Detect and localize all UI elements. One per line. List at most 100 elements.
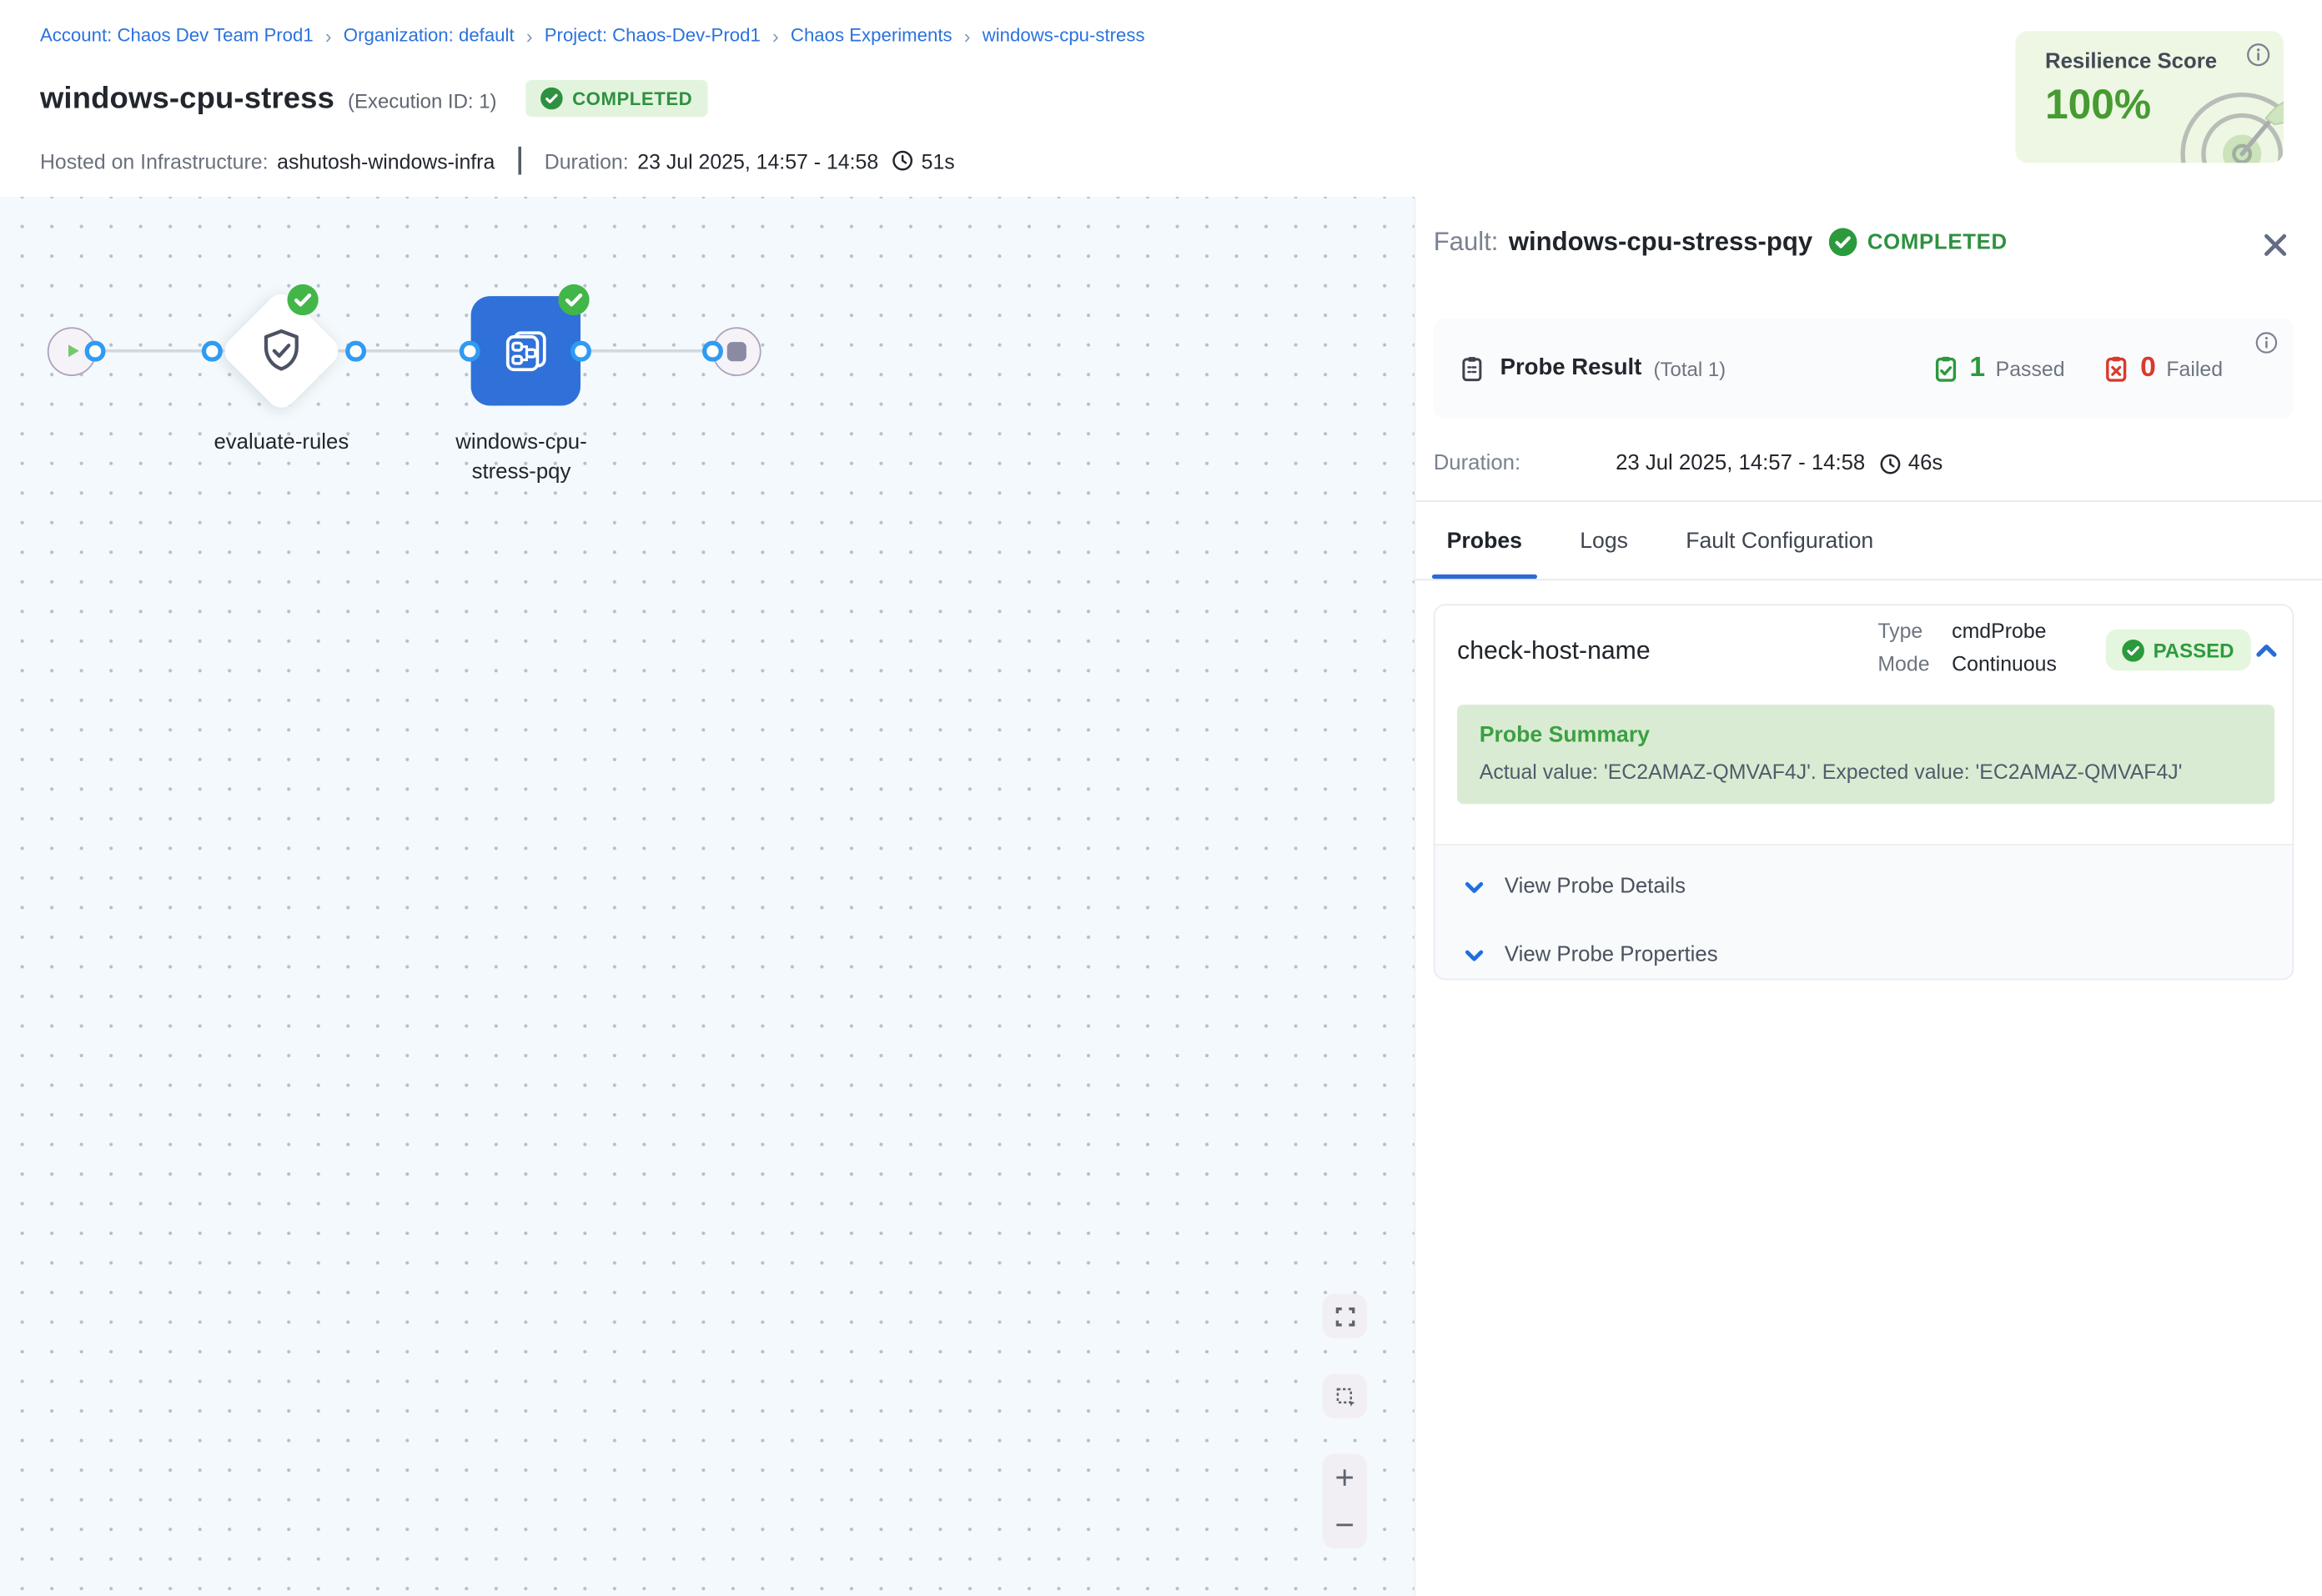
port [202, 341, 222, 361]
breadcrumb-link[interactable]: windows-cpu-stress [983, 25, 1145, 46]
breadcrumb-separator-icon: › [325, 26, 332, 45]
breadcrumb-link[interactable]: Account: Chaos Dev Team Prod1 [40, 25, 314, 46]
breadcrumb-separator-icon: › [964, 26, 971, 45]
plus-icon [1333, 1466, 1356, 1489]
tabs-divider [1415, 579, 2322, 580]
close-icon[interactable] [2259, 229, 2290, 260]
failed-count: 0 [2140, 353, 2156, 385]
probe-expand-label: View Probe Properties [1505, 943, 1718, 966]
node-success-badge-icon [558, 284, 589, 315]
port [460, 341, 480, 361]
minus-icon [1333, 1513, 1356, 1537]
probe-result-total: (Total 1) [1654, 358, 1726, 380]
fault-label: Fault: [1434, 227, 1499, 258]
failed-label: Failed [2166, 357, 2223, 380]
hosted-label: Hosted on Infrastructure: [40, 148, 269, 172]
check-circle-icon [1829, 228, 1857, 256]
breadcrumb-item: Project: Chaos-Dev-Prod1 › [545, 25, 791, 46]
clock-icon [892, 149, 914, 172]
breadcrumb-link[interactable]: Chaos Experiments [791, 25, 952, 46]
fullscreen-icon [1334, 1305, 1356, 1327]
passed-count: 1 [1969, 353, 1985, 385]
status-badge: COMPLETED [526, 80, 707, 117]
breadcrumb-link[interactable]: Project: Chaos-Dev-Prod1 [545, 25, 761, 46]
zoom-in-button[interactable] [1323, 1454, 1367, 1502]
panel-tab[interactable]: Logs [1565, 502, 1642, 579]
probe-summary-text: Actual value: 'EC2AMAZ-QMVAF4J'. Expecte… [1480, 760, 2253, 783]
chaos-fault-icon [498, 323, 554, 379]
breadcrumb-separator-icon: › [526, 26, 533, 45]
info-icon[interactable] [2255, 332, 2278, 354]
evaluate-rules-node[interactable] [219, 288, 344, 414]
clipboard-x-icon [2103, 355, 2130, 382]
probe-expand-row[interactable]: View Probe Properties [1435, 921, 2292, 980]
zoom-controls [1323, 1454, 1367, 1549]
breadcrumb-separator-icon: › [772, 26, 779, 45]
breadcrumb-item: Chaos Experiments › [791, 25, 983, 46]
clipboard-check-icon [1932, 355, 1959, 382]
marquee-select-button[interactable] [1323, 1374, 1367, 1418]
duration-seconds: 51s [922, 148, 955, 172]
page-header: Account: Chaos Dev Team Prod1 › Organiza… [0, 0, 2322, 197]
probe-card: check-host-name Type cmdProbe Mode Conti… [1434, 604, 2294, 980]
execution-meta-row: Hosted on Infrastructure: ashutosh-windo… [40, 147, 955, 175]
node-label-evaluate-rules: evaluate-rules [163, 428, 400, 458]
probe-result-card: Probe Result (Total 1) 1 Passed 0 Failed [1434, 319, 2294, 419]
breadcrumb-item: Account: Chaos Dev Team Prod1 › [40, 25, 344, 46]
resilience-score-label: Resilience Score [2045, 50, 2217, 73]
fault-name: windows-cpu-stress-pqy [1509, 227, 1812, 258]
breadcrumb: Account: Chaos Dev Team Prod1 › Organiza… [40, 25, 1145, 46]
duration-value: 23 Jul 2025, 14:57 - 14:58 [637, 148, 878, 172]
clock-icon [1878, 452, 1901, 474]
panel-tabs: Probes Logs Fault Configuration [1432, 502, 1888, 579]
node-label-fault: windows-cpu-stress-pqy [440, 428, 602, 488]
probe-result-counts: 1 Passed 0 Failed [1932, 319, 2223, 419]
panel-tab[interactable]: Probes [1432, 502, 1537, 579]
probe-name: check-host-name [1457, 636, 1651, 666]
probe-result-title: Probe Result [1500, 355, 1642, 382]
fault-duration-label: Duration: [1434, 452, 1616, 475]
zoom-out-button[interactable] [1323, 1501, 1367, 1548]
probe-expand-row[interactable]: View Probe Details [1435, 853, 2292, 921]
port [345, 341, 365, 361]
passed-label: Passed [1996, 357, 2065, 380]
resilience-score-value: 100% [2045, 82, 2151, 129]
title-row: windows-cpu-stress (Execution ID: 1) COM… [40, 80, 707, 117]
fault-details-panel: Fault: windows-cpu-stress-pqy COMPLETED … [1415, 197, 2322, 1596]
duration-label: Duration: [545, 148, 629, 172]
probe-mode-value: Continuous [1952, 651, 2057, 675]
probe-status-badge: PASSED [2106, 630, 2250, 671]
fault-duration-seconds: 46s [1908, 452, 1943, 475]
info-icon[interactable] [2246, 43, 2269, 66]
probe-type-label: Type [1877, 619, 1929, 642]
chevron-down-icon [1463, 876, 1485, 898]
fault-duration-row: Duration: 23 Jul 2025, 14:57 - 14:58 46s [1434, 452, 1943, 475]
breadcrumb-item: Organization: default › [344, 25, 545, 46]
probe-card-footer: View Probe Details View Probe Properties [1435, 844, 2292, 979]
meta-divider [519, 147, 521, 175]
probe-status-label: PASSED [2154, 639, 2234, 661]
port [85, 341, 105, 361]
chevron-down-icon [1463, 944, 1485, 966]
fault-status-label: COMPLETED [1867, 230, 2008, 253]
fullscreen-button[interactable] [1323, 1294, 1367, 1338]
probe-mode-label: Mode [1877, 651, 1929, 675]
probe-expand-label: View Probe Details [1505, 875, 1686, 898]
probe-summary-title: Probe Summary [1480, 722, 2253, 747]
breadcrumb-item: windows-cpu-stress › [983, 25, 1145, 46]
breadcrumb-link[interactable]: Organization: default [344, 25, 515, 46]
probe-type-value: cmdProbe [1952, 619, 2057, 642]
hosted-value: ashutosh-windows-infra [277, 148, 495, 172]
panel-tab[interactable]: Fault Configuration [1671, 502, 1888, 579]
probe-summary-box: Probe Summary Actual value: 'EC2AMAZ-QMV… [1457, 705, 2274, 804]
app-viewport: Account: Chaos Dev Team Prod1 › Organiza… [0, 0, 2322, 1596]
probe-type-mode: Type cmdProbe Mode Continuous [1877, 619, 2057, 675]
chevron-up-icon[interactable] [2254, 638, 2279, 663]
port [570, 341, 591, 361]
page-title: windows-cpu-stress [40, 81, 334, 117]
clipboard-icon [1459, 355, 1485, 382]
play-icon [63, 340, 83, 361]
status-badge-label: COMPLETED [572, 88, 692, 109]
pipeline-canvas[interactable]: evaluate-rules windows-cpu-stress-pqy [0, 197, 1415, 1596]
probe-result-summary: Probe Result (Total 1) [1459, 319, 1726, 419]
